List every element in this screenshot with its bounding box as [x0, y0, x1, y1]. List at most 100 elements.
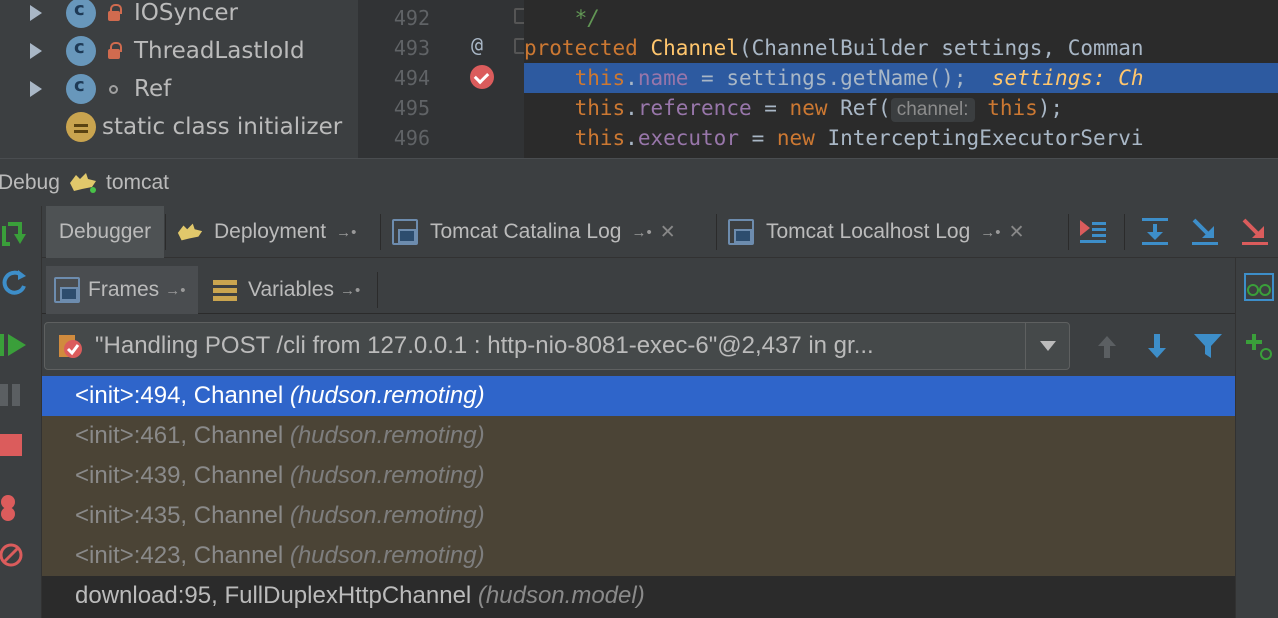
code-line-496: this.executor = new InterceptingExecutor…: [574, 126, 1144, 150]
previous-frame-icon[interactable]: [1092, 332, 1122, 360]
tree-item-label: Ref: [134, 76, 172, 102]
mute-breakpoints-icon[interactable]: [0, 540, 30, 570]
tab-label: Tomcat Localhost Log: [766, 220, 971, 243]
tab-label: Deployment: [214, 220, 327, 243]
frame-package: (hudson.model): [477, 582, 645, 609]
show-execution-point-icon[interactable]: [1078, 216, 1108, 246]
view-breakpoints-icon[interactable]: [0, 492, 30, 522]
frame-method: <init>:423, Channel: [75, 542, 284, 569]
debug-left-toolbar: [0, 206, 42, 618]
thread-selector-value: "Handling POST /cli from 127.0.0.1 : htt…: [95, 332, 874, 359]
pin-tab-icon[interactable]: →•: [980, 224, 1000, 241]
dropdown-arrow-icon[interactable]: [1025, 323, 1069, 369]
tree-item-label: static class initializer: [102, 114, 343, 140]
class-icon: [66, 36, 96, 66]
pin-tab-icon[interactable]: →•: [165, 282, 185, 299]
thread-selector-dropdown[interactable]: "Handling POST /cli from 127.0.0.1 : htt…: [44, 322, 1070, 370]
frame-package: (hudson.remoting): [289, 502, 485, 529]
code-line-492: */: [574, 6, 600, 30]
frame-row[interactable]: <init>:423, Channel (hudson.remoting): [42, 536, 1235, 576]
code-editor[interactable]: */ protected Channel(ChannelBuilder sett…: [524, 0, 1278, 158]
tab-frames[interactable]: Frames →•: [46, 266, 198, 314]
tree-item-ref[interactable]: Ref: [0, 70, 358, 108]
tab-label: Debugger: [58, 220, 152, 243]
frames-variables-tabs: Frames →• Variables →•: [42, 258, 1235, 314]
tree-item-threadlastioid[interactable]: ThreadLastIoId: [0, 32, 358, 70]
tab-variables[interactable]: Variables →•: [202, 266, 378, 314]
tab-debugger[interactable]: Debugger: [46, 206, 164, 258]
pin-tab-icon[interactable]: →•: [336, 224, 356, 241]
tab-separator: [716, 214, 717, 250]
tab-label: Frames: [88, 278, 160, 301]
expand-arrow-icon[interactable]: [30, 43, 42, 59]
filter-icon[interactable]: [1192, 332, 1224, 360]
breakpoint-icon[interactable]: [470, 65, 494, 89]
line-number: 494: [393, 66, 430, 90]
debug-window-title: Debug: [0, 171, 60, 194]
tree-item-static-initializer[interactable]: static class initializer: [0, 108, 358, 146]
tab-tomcat-catalina-log[interactable]: Tomcat Catalina Log →• ✕: [392, 206, 676, 258]
close-tab-icon[interactable]: ✕: [660, 221, 676, 244]
frame-row[interactable]: download:95, FullDuplexHttpChannel (huds…: [42, 576, 1235, 616]
frame-row[interactable]: <init>:439, Channel (hudson.remoting): [42, 456, 1235, 496]
tab-separator: [1124, 214, 1125, 250]
thread-selector-row: "Handling POST /cli from 127.0.0.1 : htt…: [42, 314, 1235, 376]
frame-method: <init>:494, Channel: [75, 382, 284, 409]
resume-refresh-icon[interactable]: [0, 268, 30, 298]
frames-icon: [54, 277, 80, 303]
tab-separator: [1068, 214, 1069, 250]
force-step-into-icon[interactable]: [1240, 216, 1270, 246]
close-tab-icon[interactable]: ✕: [1009, 221, 1025, 244]
frame-method: <init>:439, Channel: [75, 462, 284, 489]
frame-method: <init>:461, Channel: [75, 422, 284, 449]
lock-icon: [108, 4, 122, 21]
lock-icon: [108, 42, 122, 59]
package-private-icon: [109, 84, 118, 94]
tab-deployment[interactable]: Deployment →•: [176, 206, 356, 258]
tab-separator: [380, 214, 381, 250]
new-watch-icon[interactable]: [1244, 332, 1274, 362]
debug-tool-window-header: Debug tomcat: [0, 158, 1278, 206]
frame-method: download:95, FullDuplexHttpChannel: [75, 582, 472, 609]
frame-package: (hudson.remoting): [289, 462, 485, 489]
variables-icon: [213, 280, 237, 301]
watches-icon[interactable]: [1244, 272, 1274, 302]
tab-label: Tomcat Catalina Log: [430, 220, 622, 243]
expand-arrow-icon[interactable]: [30, 81, 42, 97]
expand-arrow-icon[interactable]: [30, 5, 42, 21]
log-icon: [728, 219, 754, 245]
frame-row[interactable]: <init>:494, Channel (hudson.remoting): [42, 376, 1235, 416]
pin-tab-icon[interactable]: →•: [340, 282, 360, 299]
resume-program-icon[interactable]: [0, 330, 30, 360]
tab-label: Variables: [248, 278, 334, 301]
step-over-icon[interactable]: [1140, 216, 1170, 246]
annotation-gutter-icon[interactable]: @: [471, 33, 483, 57]
rerun-icon[interactable]: [0, 220, 30, 250]
code-line-494-current: this.name = settings.getName(); settings…: [524, 63, 1278, 93]
static-initializer-icon: [66, 112, 96, 142]
frames-list: <init>:494, Channel (hudson.remoting) <i…: [42, 376, 1235, 618]
tomcat-icon: [70, 173, 96, 193]
frame-method: <init>:435, Channel: [75, 502, 284, 529]
frame-row[interactable]: <init>:461, Channel (hudson.remoting): [42, 416, 1235, 456]
line-number: 496: [393, 126, 430, 150]
tab-separator: [377, 272, 378, 308]
code-line-493: protected Channel(ChannelBuilder setting…: [524, 36, 1144, 60]
log-icon: [392, 219, 418, 245]
next-frame-icon[interactable]: [1142, 332, 1172, 360]
frame-row[interactable]: <init>:435, Channel (hudson.remoting): [42, 496, 1235, 536]
stop-icon[interactable]: [0, 430, 30, 460]
run-config-name: tomcat: [106, 171, 170, 194]
tree-item-iosyncer[interactable]: IOSyncer: [0, 0, 358, 32]
inline-debug-value: settings: Ch: [991, 66, 1144, 90]
line-number: 492: [393, 6, 430, 30]
line-number: 495: [393, 96, 430, 120]
step-into-icon[interactable]: [1190, 216, 1220, 246]
parameter-hint: channel:: [890, 98, 975, 122]
pin-tab-icon[interactable]: →•: [631, 224, 651, 241]
tab-tomcat-localhost-log[interactable]: Tomcat Localhost Log →• ✕: [728, 206, 1024, 258]
tomcat-icon: [177, 223, 203, 241]
pause-icon[interactable]: [0, 380, 30, 410]
frame-package: (hudson.remoting): [289, 422, 485, 449]
tree-item-label: ThreadLastIoId: [134, 38, 305, 64]
